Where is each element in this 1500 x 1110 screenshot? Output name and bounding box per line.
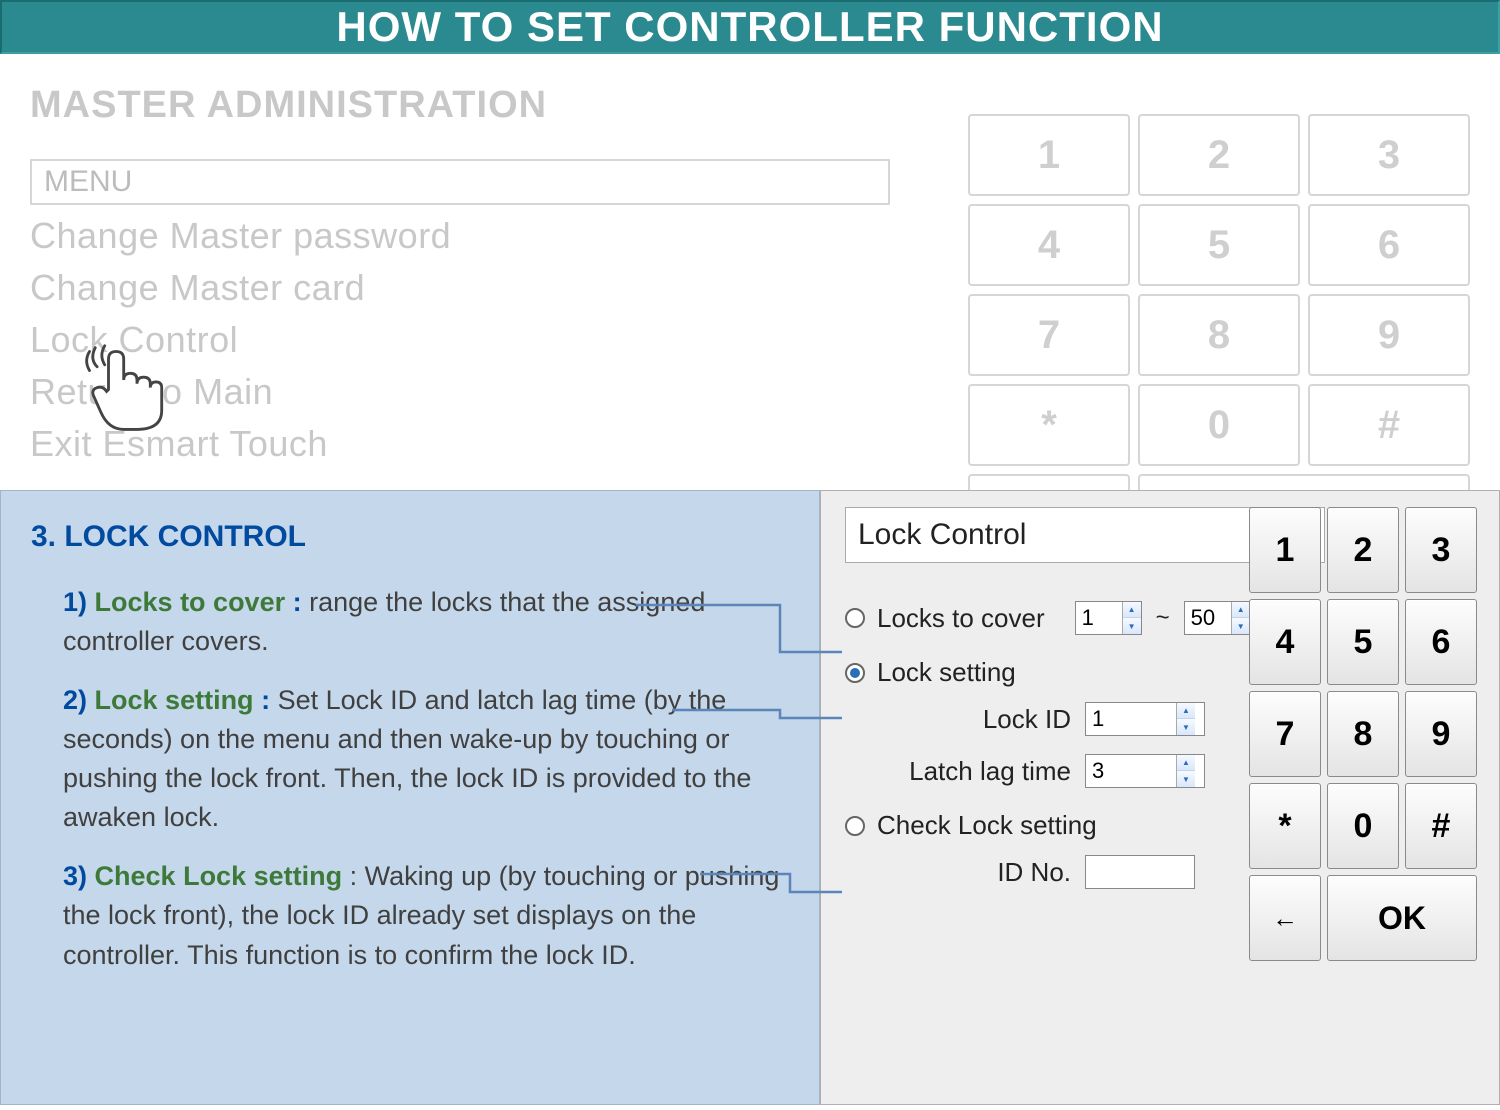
idno-field[interactable] xyxy=(1085,855,1195,889)
key-8[interactable]: 8 xyxy=(1138,294,1300,376)
key-9[interactable]: 9 xyxy=(1405,691,1477,777)
key-6[interactable]: 6 xyxy=(1308,204,1470,286)
key-9[interactable]: 9 xyxy=(1308,294,1470,376)
key-4[interactable]: 4 xyxy=(1249,599,1321,685)
item-number: 1) xyxy=(63,587,87,617)
spin-up-icon[interactable]: ▲ xyxy=(1177,703,1195,719)
key-7[interactable]: 7 xyxy=(1249,691,1321,777)
lock-control-panel: Lock Control Locks to cover ▲▼ ~ ▲▼ Lock… xyxy=(820,490,1500,1105)
menu-item: Change Master password xyxy=(30,215,890,257)
locks-to-cover-label: Locks to cover xyxy=(877,603,1045,634)
key-2[interactable]: 2 xyxy=(1327,507,1399,593)
key-3[interactable]: 3 xyxy=(1308,114,1470,196)
lock-id-spinner[interactable]: ▲▼ xyxy=(1085,702,1205,736)
key-hash[interactable]: # xyxy=(1405,783,1477,869)
item-label: Lock setting xyxy=(95,685,254,715)
key-5[interactable]: 5 xyxy=(1327,599,1399,685)
section-heading: 3. LOCK CONTROL xyxy=(31,515,789,559)
top-faded-area: MASTER ADMINISTRATION MENU Change Master… xyxy=(0,54,1500,484)
key-hash[interactable]: # xyxy=(1308,384,1470,466)
check-lock-label: Check Lock setting xyxy=(877,810,1097,841)
key-ok[interactable]: OK xyxy=(1327,875,1477,961)
spin-down-icon[interactable]: ▼ xyxy=(1232,618,1250,634)
item-sep: : xyxy=(285,587,309,617)
key-4[interactable]: 4 xyxy=(968,204,1130,286)
tilde: ~ xyxy=(1156,604,1170,632)
item-number: 3) xyxy=(63,861,87,891)
latch-spinner[interactable]: ▲▼ xyxy=(1085,754,1205,788)
item-sep: : xyxy=(342,861,365,891)
locks-from-spinner[interactable]: ▲▼ xyxy=(1075,601,1142,635)
key-7[interactable]: 7 xyxy=(968,294,1130,376)
key-6[interactable]: 6 xyxy=(1405,599,1477,685)
key-star[interactable]: * xyxy=(1249,783,1321,869)
admin-heading: MASTER ADMINISTRATION xyxy=(30,84,930,127)
page-title-bar: HOW TO SET CONTROLLER FUNCTION xyxy=(0,0,1500,54)
lock-setting-radio[interactable] xyxy=(845,663,865,683)
latch-input[interactable] xyxy=(1086,755,1176,787)
item-label: Locks to cover xyxy=(95,587,286,617)
check-lock-radio[interactable] xyxy=(845,816,865,836)
key-0[interactable]: 0 xyxy=(1327,783,1399,869)
latch-label: Latch lag time xyxy=(901,756,1071,787)
spin-up-icon[interactable]: ▲ xyxy=(1232,602,1250,618)
item-label: Check Lock setting xyxy=(95,861,343,891)
instruction-panel: 3. LOCK CONTROL 1) Locks to cover : rang… xyxy=(0,490,820,1105)
page-title: HOW TO SET CONTROLLER FUNCTION xyxy=(336,3,1163,51)
key-0[interactable]: 0 xyxy=(1138,384,1300,466)
key-2[interactable]: 2 xyxy=(1138,114,1300,196)
menu-item: Change Master card xyxy=(30,267,890,309)
bottom-area: 3. LOCK CONTROL 1) Locks to cover : rang… xyxy=(0,490,1500,1105)
locks-to-spinner[interactable]: ▲▼ xyxy=(1184,601,1251,635)
spin-up-icon[interactable]: ▲ xyxy=(1177,755,1195,771)
lock-id-label: Lock ID xyxy=(901,704,1071,735)
key-star[interactable]: * xyxy=(968,384,1130,466)
item-number: 2) xyxy=(63,685,87,715)
item-sep: : xyxy=(254,685,278,715)
key-3[interactable]: 3 xyxy=(1405,507,1477,593)
instruction-item-2: 2) Lock setting : Set Lock ID and latch … xyxy=(31,681,789,838)
key-1[interactable]: 1 xyxy=(968,114,1130,196)
hand-cursor-icon xyxy=(80,342,175,437)
key-8[interactable]: 8 xyxy=(1327,691,1399,777)
instruction-item-3: 3) Check Lock setting : Waking up (by to… xyxy=(31,857,789,974)
key-back[interactable]: ← xyxy=(1249,875,1321,961)
spin-down-icon[interactable]: ▼ xyxy=(1177,771,1195,787)
key-5[interactable]: 5 xyxy=(1138,204,1300,286)
spin-down-icon[interactable]: ▼ xyxy=(1177,719,1195,735)
lock-setting-label: Lock setting xyxy=(877,657,1016,688)
key-1[interactable]: 1 xyxy=(1249,507,1321,593)
idno-label: ID No. xyxy=(901,857,1071,888)
instruction-item-1: 1) Locks to cover : range the locks that… xyxy=(31,583,789,661)
lock-id-input[interactable] xyxy=(1086,703,1176,735)
spin-up-icon[interactable]: ▲ xyxy=(1123,602,1141,618)
locks-from-input[interactable] xyxy=(1076,602,1122,634)
spin-down-icon[interactable]: ▼ xyxy=(1123,618,1141,634)
menu-label: MENU xyxy=(30,159,890,205)
locks-to-input[interactable] xyxy=(1185,602,1231,634)
locks-to-cover-radio[interactable] xyxy=(845,608,865,628)
keypad-active: 1 2 3 4 5 6 7 8 9 * 0 # ← OK xyxy=(1249,507,1477,961)
